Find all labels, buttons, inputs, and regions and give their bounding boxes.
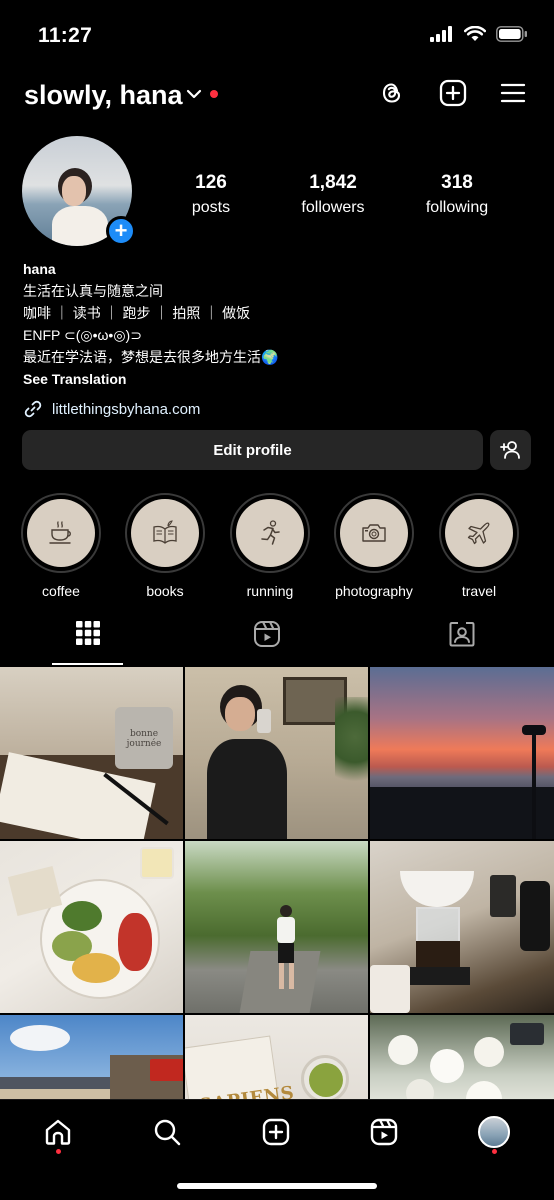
website-url[interactable]: littlethingsbyhana.com xyxy=(52,401,200,418)
profile-avatar-small xyxy=(478,1116,510,1148)
chevron-down-icon[interactable] xyxy=(185,87,203,101)
cellular-signal-icon xyxy=(430,26,452,42)
create-post-button[interactable] xyxy=(438,78,468,108)
tagged-person-icon xyxy=(449,622,474,647)
highlight-ring xyxy=(21,493,101,573)
highlight-books[interactable]: books xyxy=(124,493,206,599)
grid-post-thumbnail[interactable]: bonne journée xyxy=(0,667,183,839)
bio-line: ENFP ⊂(◎•ω•◎)⊃ xyxy=(23,327,142,343)
nav-create[interactable] xyxy=(256,1112,296,1152)
highlight-ring xyxy=(230,493,310,573)
link-icon xyxy=(24,400,42,418)
grid-post-thumbnail[interactable] xyxy=(0,1015,183,1099)
grid-post-thumbnail[interactable] xyxy=(0,841,183,1013)
highlight-ring xyxy=(439,493,519,573)
profile-display-name: hana xyxy=(23,261,56,277)
highlight-cover xyxy=(131,499,199,567)
wifi-icon xyxy=(464,26,486,41)
airplane-icon xyxy=(467,522,490,545)
active-tab-indicator xyxy=(52,663,123,665)
status-icons xyxy=(430,26,528,42)
posts-count[interactable]: 126 posts xyxy=(156,172,266,217)
threads-button[interactable] xyxy=(377,78,407,108)
stat-label: followers xyxy=(301,199,365,216)
stat-value: 318 xyxy=(441,172,473,193)
reels-icon xyxy=(253,621,280,647)
plus-square-icon xyxy=(262,1118,290,1146)
following-count[interactable]: 318 following xyxy=(402,172,512,217)
open-book-icon xyxy=(153,520,177,544)
highlight-coffee[interactable]: coffee xyxy=(20,493,102,599)
highlight-cover xyxy=(236,499,304,567)
stat-label: posts xyxy=(191,199,231,216)
nav-search[interactable] xyxy=(147,1112,187,1152)
highlight-label: travel xyxy=(461,583,497,599)
hamburger-menu-icon xyxy=(500,83,526,103)
nav-home[interactable] xyxy=(38,1112,78,1152)
grid-post-thumbnail[interactable] xyxy=(185,841,368,1013)
highlight-cover xyxy=(340,499,408,567)
grid-icon xyxy=(75,621,100,645)
highlight-label: books xyxy=(146,583,184,599)
highlight-label: photography xyxy=(335,583,413,599)
runner-icon xyxy=(261,520,280,545)
tab-reels[interactable] xyxy=(231,620,302,666)
add-story-button[interactable]: + xyxy=(106,216,136,246)
grid-post-thumbnail[interactable] xyxy=(370,667,554,839)
account-notification-dot xyxy=(210,90,218,98)
tab-tagged[interactable] xyxy=(426,620,497,666)
stat-value: 126 xyxy=(195,172,227,193)
see-translation-link[interactable]: See Translation xyxy=(23,368,523,390)
highlight-photography[interactable]: photography xyxy=(333,493,415,599)
highlight-travel[interactable]: travel xyxy=(438,493,520,599)
search-icon xyxy=(154,1119,181,1146)
account-username[interactable]: slowly, hana xyxy=(24,80,183,111)
grid-post-thumbnail[interactable] xyxy=(185,667,368,839)
plus-square-icon xyxy=(439,79,467,107)
bio-line: 生活在认真与随意之间 xyxy=(23,283,163,299)
posts-grid: bonne journée xyxy=(0,667,554,1099)
stat-value: 1,842 xyxy=(309,172,357,193)
profile-avatar-container[interactable]: + xyxy=(22,136,136,248)
grid-post-thumbnail[interactable] xyxy=(370,1015,554,1099)
highlight-cover xyxy=(27,499,95,567)
mug-text: bonne journée xyxy=(126,729,162,749)
nav-profile[interactable] xyxy=(474,1112,514,1152)
profile-website-link[interactable]: littlethingsbyhana.com xyxy=(23,399,200,419)
profile-header: slowly, hana xyxy=(0,74,554,118)
highlight-running[interactable]: running xyxy=(229,493,311,599)
discover-people-button[interactable] xyxy=(490,430,531,470)
status-time: 11:27 xyxy=(38,24,93,47)
profile-bio: hana 生活在认真与随意之间 咖啡 ｜ 读书 ｜ 跑步 ｜ 拍照 ｜ 做饭 E… xyxy=(23,258,523,390)
grid-post-thumbnail[interactable]: SAPIENS xyxy=(185,1015,368,1099)
tab-posts-grid[interactable] xyxy=(52,620,123,666)
followers-count[interactable]: 1,842 followers xyxy=(278,172,388,217)
stat-label: following xyxy=(425,199,489,216)
bio-line: 咖啡 ｜ 读书 ｜ 跑步 ｜ 拍照 ｜ 做饭 xyxy=(23,305,251,321)
nav-reels[interactable] xyxy=(364,1112,404,1152)
threads-icon xyxy=(382,83,401,103)
grid-post-thumbnail[interactable] xyxy=(370,841,554,1013)
add-person-icon xyxy=(499,441,520,459)
profile-notification-dot xyxy=(492,1149,497,1154)
home-indicator xyxy=(177,1183,377,1189)
menu-button[interactable] xyxy=(498,78,528,108)
highlight-cover xyxy=(445,499,513,567)
home-notification-dot xyxy=(56,1149,61,1154)
edit-profile-button[interactable]: Edit profile xyxy=(22,430,483,470)
coffee-cup-icon xyxy=(49,521,71,544)
bio-line: 最近在学法语，梦想是去很多地方生活🌍 xyxy=(23,349,279,365)
home-icon xyxy=(45,1119,71,1145)
highlight-ring xyxy=(334,493,414,573)
highlight-ring xyxy=(125,493,205,573)
status-bar: 11:27 xyxy=(0,0,554,74)
battery-icon xyxy=(496,26,527,42)
reels-icon xyxy=(370,1118,398,1146)
camera-icon xyxy=(362,524,386,542)
